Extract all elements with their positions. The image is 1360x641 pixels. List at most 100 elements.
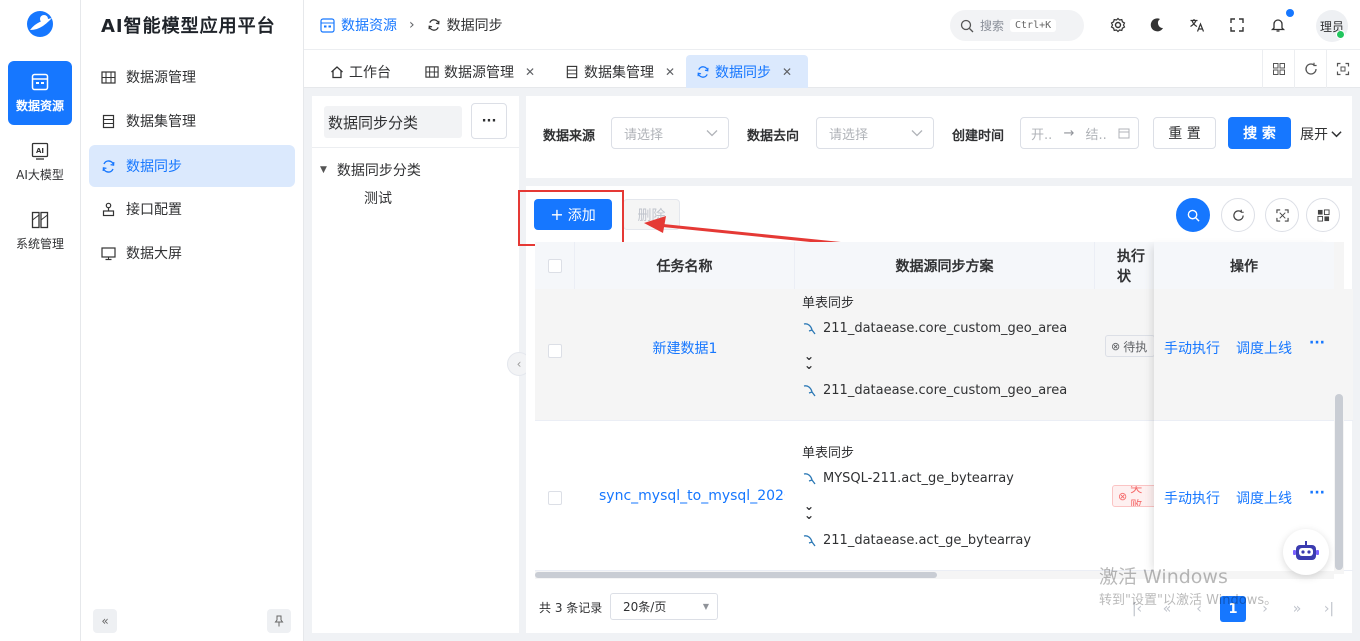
- select-all-checkbox[interactable]: [547, 258, 562, 273]
- menu-item-dashboard[interactable]: 数据大屏: [89, 232, 295, 274]
- menu-item-data-sync[interactable]: 数据同步: [89, 145, 295, 187]
- expand-filter-button[interactable]: 展开: [1300, 124, 1342, 144]
- date-range-picker[interactable]: 开.. → 结..: [1020, 117, 1139, 149]
- language-button[interactable]: [1186, 14, 1208, 36]
- tab-layout-button[interactable]: [1262, 50, 1294, 88]
- table-refresh-button[interactable]: [1221, 198, 1255, 232]
- search-button[interactable]: 搜 索: [1228, 117, 1291, 149]
- page-size-select[interactable]: 20条/页 ▼: [610, 593, 718, 620]
- reset-button[interactable]: 重 置: [1153, 117, 1216, 149]
- tree-divider: [312, 147, 519, 148]
- close-icon[interactable]: ✕: [665, 65, 675, 79]
- last-page-button[interactable]: ›|: [1316, 596, 1342, 622]
- dataset-icon: [101, 114, 116, 129]
- tab-dataset[interactable]: 数据集管理 ✕: [555, 55, 685, 88]
- menu-item-datasource[interactable]: 数据源管理: [89, 56, 295, 98]
- rail-item-label: 系统管理: [15, 236, 64, 251]
- svg-text:AI: AI: [36, 147, 44, 155]
- column-settings-button[interactable]: [1306, 198, 1340, 232]
- more-actions-icon[interactable]: ···: [1309, 335, 1325, 351]
- tab-data-sync[interactable]: 数据同步 ✕: [686, 55, 808, 88]
- more-actions-icon[interactable]: ···: [1309, 485, 1325, 501]
- grid-icon: [1272, 62, 1286, 76]
- circle-x-icon: ⊗: [1118, 489, 1128, 503]
- tab-refresh-button[interactable]: [1294, 50, 1326, 88]
- plan-type: 单表同步: [802, 446, 855, 461]
- task-name-link[interactable]: sync_mysql_to_mysql_2026030: [599, 488, 785, 504]
- close-icon[interactable]: ✕: [782, 65, 792, 79]
- tree-node-root[interactable]: ▼ 数据同步分类: [320, 160, 421, 180]
- rail-item-system-manage[interactable]: 系统管理: [8, 199, 72, 263]
- manual-run-button[interactable]: 手动执行: [1164, 488, 1220, 508]
- ai-model-icon: AI: [31, 142, 49, 160]
- menu-item-dataset[interactable]: 数据集管理: [89, 100, 295, 142]
- plan-target: 211_dataease.act_ge_bytearray: [802, 533, 1031, 548]
- settings-button[interactable]: [1107, 14, 1129, 36]
- status-label: 失败: [1130, 485, 1143, 507]
- menu-item-label: 数据同步: [126, 159, 182, 175]
- mysql-icon: [802, 533, 817, 548]
- menu-item-api-config[interactable]: 接口配置: [89, 188, 295, 230]
- column-header-status[interactable]: 执行状: [1095, 242, 1155, 289]
- data-resource-icon: [31, 73, 49, 91]
- menu-item-label: 数据源管理: [126, 70, 196, 86]
- next-five-button[interactable]: »: [1284, 596, 1310, 622]
- top-header: 数据资源 › 数据同步 搜索 Ctrl+K 理员: [304, 0, 1360, 50]
- tree-node-child[interactable]: 测试: [364, 188, 392, 208]
- sync-icon: [101, 159, 116, 174]
- rail-item-ai-model[interactable]: AI AI大模型: [8, 130, 72, 194]
- search-icon: [960, 19, 974, 33]
- row-checkbox[interactable]: [548, 344, 562, 358]
- schedule-online-button[interactable]: 调度上线: [1236, 488, 1292, 508]
- fullscreen-icon: [1275, 208, 1289, 222]
- left-rail: 数据资源 AI AI大模型 系统管理: [0, 0, 81, 641]
- vertical-scroll-thumb[interactable]: [1335, 394, 1343, 570]
- vertical-scrollbar[interactable]: [1334, 242, 1344, 574]
- double-chevron-left-icon: «: [101, 614, 109, 628]
- column-header-actions[interactable]: 操作: [1154, 242, 1334, 289]
- notification-button[interactable]: [1267, 14, 1289, 36]
- ai-assistant-button[interactable]: [1283, 529, 1329, 575]
- chevron-down-icon: [911, 129, 923, 137]
- fullscreen-button[interactable]: [1226, 14, 1248, 36]
- source-table: MYSQL-211.act_ge_bytearray: [823, 471, 1014, 486]
- column-header-plan[interactable]: 数据源同步方案: [795, 242, 1095, 289]
- breadcrumb-item-sync: 数据同步: [446, 18, 503, 34]
- row-checkbox[interactable]: [548, 491, 562, 505]
- schedule-online-button[interactable]: 调度上线: [1236, 338, 1292, 358]
- rail-item-data-resource[interactable]: 数据资源: [8, 61, 72, 125]
- rail-item-label: 数据资源: [15, 98, 64, 113]
- refresh-icon: [1304, 62, 1318, 76]
- target-select[interactable]: 请选择: [816, 117, 934, 149]
- source-select[interactable]: 请选择: [611, 117, 729, 149]
- theme-toggle-button[interactable]: [1146, 14, 1168, 36]
- task-name-link[interactable]: 新建数据1: [575, 338, 795, 358]
- pin-sidebar-button[interactable]: [267, 609, 291, 633]
- mysql-icon: [802, 471, 817, 486]
- target-label: 数据去向: [747, 129, 800, 144]
- collapse-sidebar-button[interactable]: «: [93, 609, 117, 633]
- system-manage-icon: [31, 211, 49, 229]
- actions-cell: 手动执行 调度上线 ···: [1154, 289, 1334, 421]
- calendar-icon: [1118, 127, 1130, 139]
- tabs-bar: 工作台 数据源管理 ✕ 数据集管理 ✕ 数据同步 ✕: [304, 50, 1360, 88]
- table-fullscreen-button[interactable]: [1265, 198, 1299, 232]
- target-table: 211_dataease.core_custom_geo_area: [823, 383, 1068, 398]
- breadcrumb-item-resource[interactable]: 数据资源: [341, 15, 397, 35]
- global-search[interactable]: 搜索 Ctrl+K: [950, 10, 1084, 41]
- table-search-toggle[interactable]: [1176, 198, 1210, 232]
- tree-more-button[interactable]: ···: [471, 103, 507, 139]
- online-status-dot: [1336, 30, 1345, 39]
- date-start: 开..: [1031, 127, 1053, 143]
- tab-datasource[interactable]: 数据源管理 ✕: [415, 55, 545, 88]
- column-header-task-name[interactable]: 任务名称: [575, 242, 795, 289]
- tab-maximize-button[interactable]: [1326, 50, 1358, 88]
- search-icon: [1187, 209, 1200, 222]
- tab-workbench[interactable]: 工作台: [320, 55, 401, 88]
- close-icon[interactable]: ✕: [525, 65, 535, 79]
- platform-logo-icon[interactable]: [24, 8, 56, 40]
- manual-run-button[interactable]: 手动执行: [1164, 338, 1220, 358]
- mysql-icon: [802, 383, 817, 398]
- horizontal-scroll-thumb[interactable]: [535, 572, 937, 578]
- sync-icon: [696, 65, 710, 79]
